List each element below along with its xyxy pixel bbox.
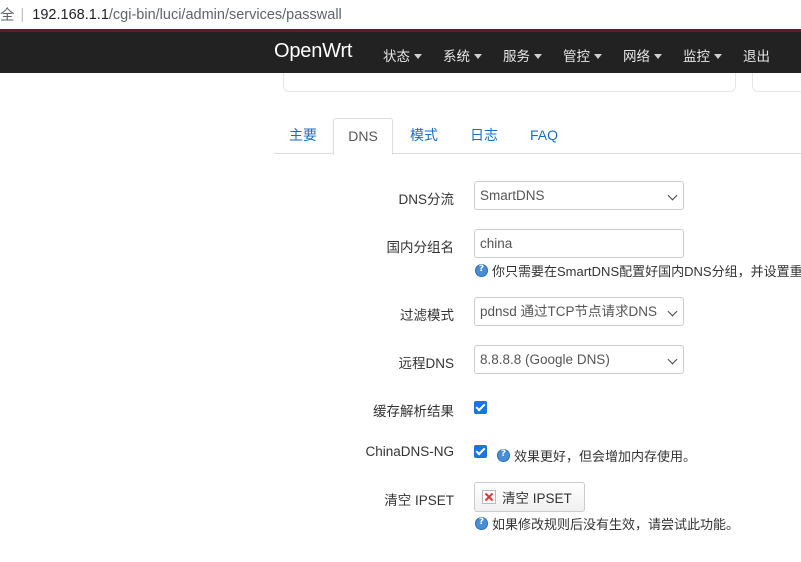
chevron-down-icon <box>667 354 678 365</box>
menu-network-label: 网络 <box>623 49 650 64</box>
china-group-value: china <box>480 236 513 251</box>
remote-dns-value: 8.8.8.8 (Google DNS) <box>480 352 610 367</box>
filter-mode-value: pdnsd 通过TCP节点请求DNS <box>480 304 658 319</box>
brand-logo[interactable]: OpenWrt <box>274 40 352 63</box>
chevron-down-icon <box>594 53 602 59</box>
filter-mode-select[interactable]: pdnsd 通过TCP节点请求DNS <box>474 297 684 326</box>
address-security-label[interactable]: 全 <box>0 4 15 25</box>
clear-ipset-help: 如果修改规则后没有生效，请尝试此功能。 <box>475 514 739 533</box>
tab-dns[interactable]: DNS <box>333 118 393 155</box>
clear-ipset-button[interactable]: 清空 IPSET <box>474 482 585 512</box>
chevron-down-icon <box>534 53 542 59</box>
menu-system-label: 系统 <box>443 49 470 64</box>
main-menu: 状态 系统 服务 管控 网络 监控 退出 <box>383 45 791 65</box>
chevron-down-icon <box>667 306 678 317</box>
china-group-help-text: 你只需要在SmartDNS配置好国内DNS分组，并设置重 <box>492 264 801 279</box>
china-group-input[interactable]: china <box>474 229 684 258</box>
chinadns-ng-checkbox[interactable] <box>474 445 487 458</box>
tab-bar: 主要 DNS 模式 日志 FAQ <box>274 118 801 155</box>
tab-faq[interactable]: FAQ <box>519 118 569 154</box>
clear-ipset-label: 清空 IPSET <box>384 493 454 508</box>
chinadns-ng-label: ChinaDNS-NG <box>365 444 454 459</box>
address-path[interactable]: /cgi-bin/luci/admin/services/passwall <box>109 7 342 23</box>
menu-status-label: 状态 <box>383 49 410 64</box>
tab-log[interactable]: 日志 <box>459 118 509 154</box>
cache-label: 缓存解析结果 <box>373 404 454 419</box>
china-group-help: 你只需要在SmartDNS配置好国内DNS分组，并设置重 <box>475 261 801 280</box>
chevron-down-icon <box>414 53 422 59</box>
menu-status[interactable]: 状态 <box>383 45 422 65</box>
chevron-down-icon <box>714 53 722 59</box>
tab-main[interactable]: 主要 <box>278 118 328 154</box>
menu-logout[interactable]: 退出 <box>743 45 770 65</box>
help-icon <box>497 449 510 462</box>
menu-monitor-label: 监控 <box>683 49 710 64</box>
menu-monitor[interactable]: 监控 <box>683 45 722 65</box>
clear-ipset-help-text: 如果修改规则后没有生效，请尝试此功能。 <box>492 517 740 532</box>
help-icon <box>475 264 488 277</box>
chinadns-ng-help: 效果更好，但会增加内存使用。 <box>497 446 696 465</box>
remote-dns-select[interactable]: 8.8.8.8 (Google DNS) <box>474 345 684 374</box>
menu-logout-label: 退出 <box>743 49 770 64</box>
filter-mode-label: 过滤模式 <box>400 308 454 323</box>
china-group-label: 国内分组名 <box>386 240 455 255</box>
dns-shunt-select[interactable]: SmartDNS <box>474 181 684 210</box>
chevron-down-icon <box>667 190 678 201</box>
menu-control-label: 管控 <box>563 49 590 64</box>
chinadns-ng-help-text: 效果更好，但会增加内存使用。 <box>514 449 697 464</box>
top-navbar: OpenWrt 状态 系统 服务 管控 网络 监控 退出 <box>0 29 801 73</box>
cache-checkbox[interactable] <box>474 401 487 414</box>
remote-dns-label: 远程DNS <box>398 356 454 371</box>
chevron-down-icon <box>654 53 662 59</box>
menu-network[interactable]: 网络 <box>623 45 662 65</box>
menu-services-label: 服务 <box>503 49 530 64</box>
menu-system[interactable]: 系统 <box>443 45 482 65</box>
dns-shunt-value: SmartDNS <box>480 188 545 203</box>
card-remnant-right <box>752 73 801 92</box>
help-icon <box>475 517 488 530</box>
dns-shunt-label: DNS分流 <box>398 192 454 207</box>
clear-icon <box>482 490 496 504</box>
address-separator: | <box>20 6 25 23</box>
clear-ipset-button-label: 清空 IPSET <box>502 491 572 506</box>
menu-services[interactable]: 服务 <box>503 45 542 65</box>
chevron-down-icon <box>474 53 482 59</box>
address-bar[interactable]: 全 | 192.168.1.1 /cgi-bin/luci/admin/serv… <box>0 0 801 29</box>
menu-control[interactable]: 管控 <box>563 45 602 65</box>
tab-mode[interactable]: 模式 <box>399 118 449 154</box>
address-host[interactable]: 192.168.1.1 <box>32 7 109 23</box>
card-remnant-left <box>283 73 736 92</box>
